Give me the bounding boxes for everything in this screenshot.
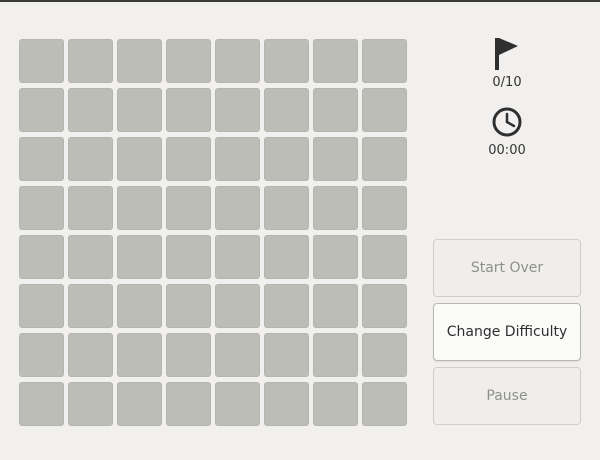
minefield-cell[interactable]: [166, 333, 211, 377]
minefield-cell[interactable]: [362, 235, 407, 279]
flag-count: 0/10: [492, 75, 522, 90]
minefield-cell[interactable]: [264, 284, 309, 328]
minefield-cell[interactable]: [19, 137, 64, 181]
minefield-cell[interactable]: [362, 88, 407, 132]
flag-counter: 0/10: [477, 36, 537, 90]
minefield-cell[interactable]: [166, 235, 211, 279]
minefield-cell[interactable]: [68, 235, 113, 279]
minefield-cell[interactable]: [166, 137, 211, 181]
minefield-cell[interactable]: [19, 88, 64, 132]
minefield-cell[interactable]: [68, 137, 113, 181]
minefield-cell[interactable]: [117, 284, 162, 328]
minefield-cell[interactable]: [313, 284, 358, 328]
minefield-cell[interactable]: [68, 88, 113, 132]
minefield-cell[interactable]: [313, 235, 358, 279]
clock-icon: [477, 106, 537, 138]
minefield-cell[interactable]: [19, 382, 64, 426]
minefield-cell[interactable]: [362, 382, 407, 426]
minefield-cell[interactable]: [117, 235, 162, 279]
minefield-cell[interactable]: [68, 186, 113, 230]
minefield-cell[interactable]: [215, 382, 260, 426]
minefield-cell[interactable]: [362, 39, 407, 83]
elapsed-time: 00:00: [488, 143, 526, 158]
minefield-cell[interactable]: [166, 186, 211, 230]
change-difficulty-button[interactable]: Change Difficulty: [433, 303, 581, 361]
minefield-cell[interactable]: [117, 186, 162, 230]
minefield-cell[interactable]: [166, 39, 211, 83]
minefield-cell[interactable]: [215, 235, 260, 279]
minefield-cell[interactable]: [215, 186, 260, 230]
window-top-border: [0, 0, 600, 2]
minefield-cell[interactable]: [264, 382, 309, 426]
minefield-cell[interactable]: [117, 137, 162, 181]
minefield-cell[interactable]: [117, 333, 162, 377]
pause-button[interactable]: Pause: [433, 367, 581, 425]
minefield-cell[interactable]: [313, 88, 358, 132]
minefield-cell[interactable]: [68, 284, 113, 328]
minefield-cell[interactable]: [68, 39, 113, 83]
minefield-cell[interactable]: [264, 137, 309, 181]
minefield-cell[interactable]: [264, 39, 309, 83]
minefield-cell[interactable]: [313, 186, 358, 230]
minefield-cell[interactable]: [19, 284, 64, 328]
minefield-grid: [19, 39, 407, 426]
minefield-cell[interactable]: [362, 137, 407, 181]
start-over-button[interactable]: Start Over: [433, 239, 581, 297]
minefield-cell[interactable]: [264, 333, 309, 377]
elapsed-timer: 00:00: [477, 106, 537, 158]
minefield-cell[interactable]: [313, 382, 358, 426]
minefield-cell[interactable]: [313, 333, 358, 377]
minefield-cell[interactable]: [264, 88, 309, 132]
minefield-cell[interactable]: [313, 137, 358, 181]
minefield-cell[interactable]: [215, 137, 260, 181]
minefield-cell[interactable]: [117, 39, 162, 83]
minefield-cell[interactable]: [215, 39, 260, 83]
minefield-cell[interactable]: [19, 186, 64, 230]
minefield-cell[interactable]: [264, 186, 309, 230]
minefield-cell[interactable]: [117, 88, 162, 132]
minefield-cell[interactable]: [19, 333, 64, 377]
minefield-cell[interactable]: [313, 39, 358, 83]
minefield-cell[interactable]: [362, 333, 407, 377]
minefield-cell[interactable]: [166, 88, 211, 132]
minefield-cell[interactable]: [166, 382, 211, 426]
minefield-cell[interactable]: [19, 235, 64, 279]
minefield-cell[interactable]: [215, 88, 260, 132]
minefield-cell[interactable]: [19, 39, 64, 83]
minefield-cell[interactable]: [215, 333, 260, 377]
minefield-cell[interactable]: [362, 284, 407, 328]
minefield-cell[interactable]: [264, 235, 309, 279]
minefield-cell[interactable]: [117, 382, 162, 426]
minefield-cell[interactable]: [166, 284, 211, 328]
minefield-cell[interactable]: [215, 284, 260, 328]
minefield-cell[interactable]: [68, 333, 113, 377]
minefield-cell[interactable]: [362, 186, 407, 230]
minefield-cell[interactable]: [68, 382, 113, 426]
flag-icon: [477, 36, 537, 70]
